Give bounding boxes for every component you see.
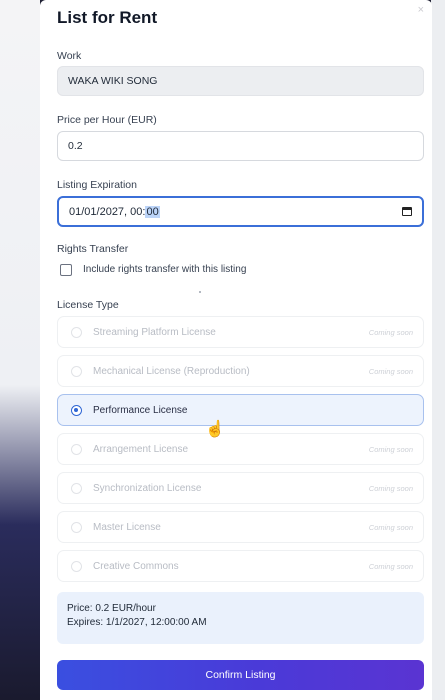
backdrop-left [0,0,40,700]
license-type-label: License Type [57,299,119,311]
rights-transfer-checkbox[interactable] [60,264,72,276]
radio-selected-icon[interactable] [71,405,82,416]
license-option-arrangement: Arrangement License Coming soon [57,433,424,465]
radio-icon [71,483,82,494]
work-value: WAKA WIKI SONG [68,75,158,87]
license-option-label: Streaming Platform License [93,327,216,338]
license-option-creative-commons: Creative Commons Coming soon [57,550,424,582]
confirm-listing-button[interactable]: Confirm Listing [57,660,424,690]
work-field: WAKA WIKI SONG [57,66,424,96]
coming-soon-badge: Coming soon [368,523,413,532]
radio-icon [71,327,82,338]
expiration-value-selected: 00 [145,205,160,218]
rights-transfer-checkbox-label[interactable]: Include rights transfer with this listin… [83,264,246,275]
price-input[interactable]: 0.2 [57,131,424,161]
calendar-icon[interactable] [402,207,412,216]
license-option-master: Master License Coming soon [57,511,424,543]
stray-dot [199,291,201,293]
license-option-mechanical: Mechanical License (Reproduction) Coming… [57,355,424,387]
list-for-rent-modal: List for Rent × Work WAKA WIKI SONG Pric… [40,0,432,700]
coming-soon-badge: Coming soon [368,367,413,376]
license-option-synchronization: Synchronization License Coming soon [57,472,424,504]
listing-summary: Price: 0.2 EUR/hour Expires: 1/1/2027, 1… [57,592,424,644]
expiration-datetime-input[interactable]: 01/01/2027, 00:00 [57,196,424,227]
license-option-label: Arrangement License [93,444,189,455]
license-option-label: Creative Commons [93,561,179,572]
hand-cursor-icon: ☝ [205,421,225,438]
expiration-value: 01/01/2027, 00:00 [69,205,160,218]
license-option-label: Synchronization License [93,483,202,494]
coming-soon-badge: Coming soon [368,484,413,493]
coming-soon-badge: Coming soon [368,328,413,337]
price-label: Price per Hour (EUR) [57,114,157,126]
license-option-performance[interactable]: Performance License [57,394,424,426]
license-option-label: Master License [93,522,161,533]
license-option-label: Performance License [93,405,188,416]
coming-soon-badge: Coming soon [368,445,413,454]
license-option-label: Mechanical License (Reproduction) [93,366,250,377]
modal-title: List for Rent [57,8,158,27]
radio-icon [71,561,82,572]
rights-transfer-label: Rights Transfer [57,243,129,255]
radio-icon [71,522,82,533]
coming-soon-badge: Coming soon [368,562,413,571]
license-option-streaming: Streaming Platform License Coming soon [57,316,424,348]
work-label: Work [57,50,82,62]
close-icon[interactable]: × [418,4,424,16]
price-value: 0.2 [68,140,83,152]
backdrop-right [431,0,445,700]
expiration-label: Listing Expiration [57,179,137,191]
summary-price: Price: 0.2 EUR/hour [67,603,156,614]
expiration-value-prefix: 01/01/2027, 00: [69,205,146,218]
summary-expires: Expires: 1/1/2027, 12:00:00 AM [67,617,207,628]
radio-icon [71,444,82,455]
radio-icon [71,366,82,377]
